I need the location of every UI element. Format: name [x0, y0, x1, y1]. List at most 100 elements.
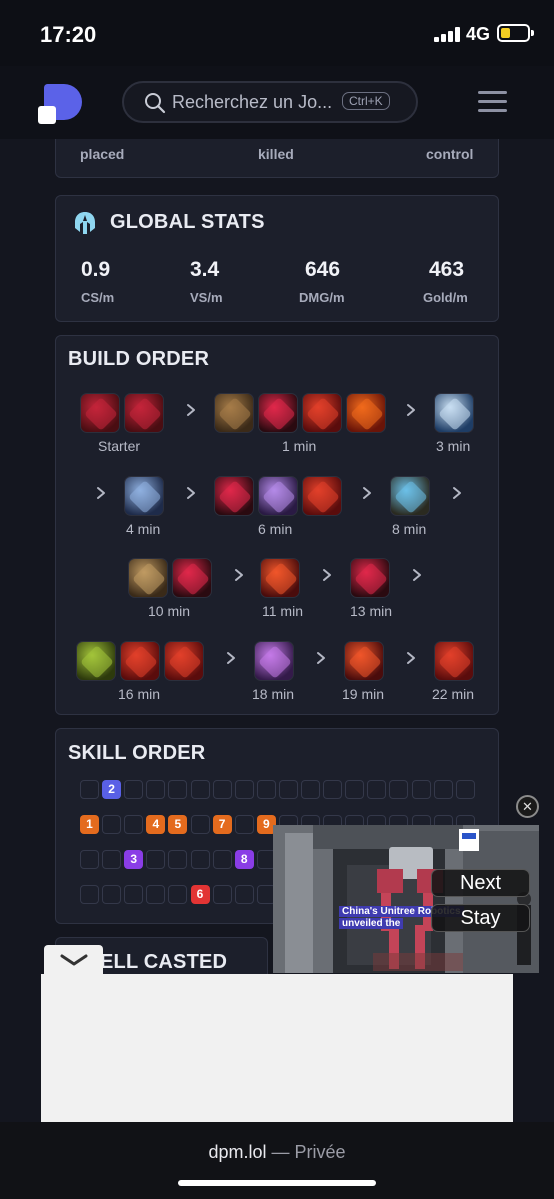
- collapse-button[interactable]: [44, 945, 103, 974]
- item-blue-armor-icon: [124, 476, 164, 516]
- item-golem-icon: [128, 558, 168, 598]
- skill-cell: [80, 885, 99, 904]
- skill-cell: [102, 850, 122, 869]
- chevron-right-icon: [407, 652, 415, 664]
- skill-cell: [190, 850, 210, 869]
- item-boots-icon: [214, 393, 254, 433]
- item-ruby-crystal-icon: [214, 476, 254, 516]
- build-time-label: 4 min: [126, 521, 161, 537]
- skill-cell: [168, 885, 188, 904]
- build-time-label: 19 min: [342, 686, 385, 702]
- next-button[interactable]: Next: [431, 869, 530, 897]
- skill-level-badge: 4: [146, 815, 166, 834]
- section-title: BUILD ORDER: [68, 348, 210, 370]
- skill-cell: [124, 885, 144, 904]
- video-frame: [273, 825, 539, 973]
- skill-cell: [168, 850, 188, 869]
- stat-gold: 463 Gold/m: [423, 258, 468, 305]
- skill-cell: [212, 850, 232, 869]
- skill-cell: [345, 780, 365, 799]
- item-purple-book-icon: [254, 641, 294, 681]
- skill-cell: [234, 780, 254, 799]
- objectives-card: placed killed control: [55, 139, 499, 178]
- status-time: 17:20: [40, 22, 97, 47]
- skill-cell: [102, 885, 122, 904]
- address-bar[interactable]: dpm.lol — Privée: [0, 1142, 554, 1163]
- url-domain: dpm.lol: [208, 1142, 267, 1162]
- chevron-right-icon: [187, 404, 195, 416]
- skill-cell: [190, 815, 210, 834]
- stat-cs: 0.9 CS/m: [81, 258, 115, 305]
- item-red-potion-icon: [80, 393, 120, 433]
- item-blue-vest-icon: [390, 476, 430, 516]
- skill-cell: [234, 815, 254, 834]
- chevron-right-icon: [407, 404, 415, 416]
- hamburger-menu-icon[interactable]: [478, 91, 507, 113]
- stat-vs: 3.4 VS/m: [190, 258, 223, 305]
- item-red-orb-icon: [120, 641, 160, 681]
- build-time-label: 11 min: [262, 603, 303, 619]
- skill-cell: [323, 780, 343, 799]
- skill-cell: [256, 780, 276, 799]
- item-red-potion-icon: [124, 393, 164, 433]
- ad-panel: [41, 974, 513, 1124]
- build-time-label: 3 min: [436, 438, 471, 454]
- item-red-orb-icon: [164, 641, 204, 681]
- skill-cell: [146, 780, 166, 799]
- skill-cell: [146, 850, 166, 869]
- url-separator: —: [266, 1142, 295, 1162]
- skill-cell: [433, 780, 453, 799]
- skill-cell: [168, 780, 188, 799]
- skill-cell: [367, 780, 387, 799]
- search-placeholder: Recherchez un Jo...: [172, 92, 332, 112]
- item-red-tome-icon: [346, 393, 386, 433]
- skill-cell: [102, 815, 122, 834]
- item-ruby-crystal-icon: [350, 558, 390, 598]
- item-red-orb-icon: [302, 476, 342, 516]
- search-input[interactable]: Recherchez un Jo... Ctrl+K: [122, 81, 418, 123]
- build-order-card: BUILD ORDER Starter 1 min 3 min 4 min 6 min 8…: [55, 335, 499, 715]
- status-bar: 17:20 4G: [0, 0, 554, 66]
- item-red-flask-icon: [260, 558, 300, 598]
- skill-level-badge: 2: [102, 780, 122, 799]
- skill-cell: [212, 885, 232, 904]
- chevron-right-icon: [97, 487, 105, 499]
- item-red-orb-icon: [434, 641, 474, 681]
- section-title: GLOBAL STATS: [110, 211, 265, 233]
- chevron-right-icon: [227, 652, 235, 664]
- skill-level-badge: 1: [80, 815, 99, 834]
- label-killed: killed: [258, 146, 294, 162]
- chevron-right-icon: [187, 487, 195, 499]
- chevron-right-icon: [317, 652, 325, 664]
- build-time-label: Starter: [98, 438, 141, 454]
- item-purple-orb-icon: [258, 476, 298, 516]
- chevron-right-icon: [235, 569, 243, 581]
- skill-level-badge: 3: [124, 850, 144, 869]
- chevron-right-icon: [363, 487, 371, 499]
- skill-cell: [190, 780, 210, 799]
- close-icon[interactable]: ✕: [516, 795, 539, 818]
- video-player[interactable]: China's Unitree Robotics unveiled the: [273, 825, 539, 973]
- skill-cell: [278, 780, 298, 799]
- build-time-label: 18 min: [252, 686, 295, 702]
- logo[interactable]: [38, 84, 84, 130]
- stay-button[interactable]: Stay: [431, 904, 530, 932]
- item-ruby-crystal-icon: [172, 558, 212, 598]
- chevron-right-icon: [453, 487, 461, 499]
- build-time-label: 22 min: [432, 686, 475, 702]
- skill-cell: [234, 885, 254, 904]
- skill-cell: [146, 885, 166, 904]
- battery-icon: [497, 24, 534, 42]
- chevron-down-icon: [60, 954, 88, 966]
- label-placed: placed: [80, 146, 125, 162]
- build-time-label: 8 min: [392, 521, 427, 537]
- browser-bar: dpm.lol — Privée: [0, 1122, 554, 1199]
- section-title: ELL CASTED: [100, 951, 228, 973]
- home-indicator[interactable]: [178, 1180, 376, 1186]
- signal-icon: [434, 27, 460, 42]
- chevron-right-icon: [323, 569, 331, 581]
- chevron-right-icon: [413, 569, 421, 581]
- helmet-icon: [75, 212, 95, 234]
- build-time-label: 10 min: [148, 603, 191, 619]
- global-stats-card: GLOBAL STATS 0.9 CS/m 3.4 VS/m 646 DMG/m…: [55, 195, 499, 322]
